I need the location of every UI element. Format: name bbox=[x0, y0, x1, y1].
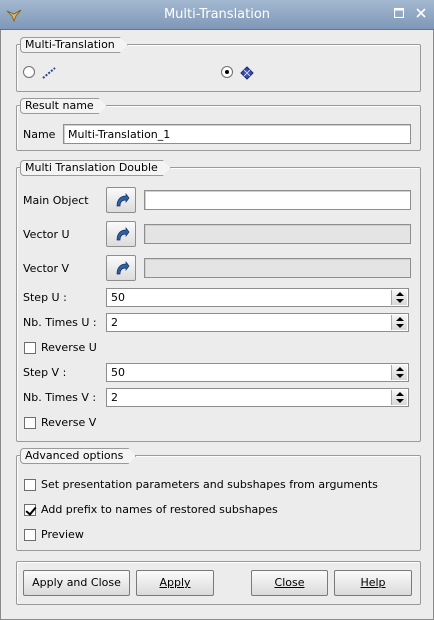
reverse-v-checkbox[interactable] bbox=[24, 417, 36, 429]
step-v-spinbox[interactable]: 50 bbox=[106, 363, 409, 382]
vector-u-label: Vector U bbox=[23, 228, 70, 241]
main-object-select-button[interactable] bbox=[106, 187, 136, 213]
selection-arrow-icon bbox=[116, 227, 130, 241]
help-button[interactable]: Help bbox=[334, 570, 412, 596]
step-v-label: Step V : bbox=[23, 366, 67, 379]
simple-translation-radio[interactable] bbox=[23, 66, 35, 78]
close-icon[interactable] bbox=[414, 7, 428, 21]
step-u-value: 50 bbox=[111, 291, 125, 304]
selection-arrow-icon bbox=[116, 261, 130, 275]
main-object-field[interactable] bbox=[144, 190, 411, 210]
apply-and-close-button[interactable]: Apply and Close bbox=[23, 570, 130, 596]
window-title: Multi-Translation bbox=[163, 7, 271, 22]
set-presentation-label: Set presentation parameters and subshape… bbox=[41, 478, 378, 491]
result-name-group: Result name Name Multi-Translation_1 bbox=[16, 105, 421, 151]
maximize-icon[interactable] bbox=[392, 7, 406, 21]
vector-u-field[interactable] bbox=[144, 224, 411, 244]
close-label: Close bbox=[274, 576, 305, 589]
preview-checkbox[interactable] bbox=[24, 529, 36, 541]
preview-label: Preview bbox=[41, 528, 84, 541]
reverse-u-checkbox[interactable] bbox=[24, 342, 36, 354]
nb-times-u-label: Nb. Times U : bbox=[23, 316, 97, 329]
spin-arrows-icon[interactable] bbox=[391, 365, 407, 380]
close-button[interactable]: Close bbox=[251, 570, 328, 596]
main-object-label: Main Object bbox=[23, 194, 89, 207]
step-u-spinbox[interactable]: 50 bbox=[106, 288, 409, 307]
nb-times-v-value: 2 bbox=[111, 391, 118, 404]
apply-button[interactable]: Apply bbox=[136, 570, 214, 596]
name-input[interactable]: Multi-Translation_1 bbox=[63, 124, 411, 144]
advanced-options-group: Advanced options Set presentation parame… bbox=[16, 455, 421, 551]
add-prefix-label: Add prefix to names of restored subshape… bbox=[41, 503, 278, 516]
add-prefix-checkbox[interactable] bbox=[24, 504, 36, 516]
nb-times-v-label: Nb. Times V : bbox=[23, 391, 97, 404]
reverse-v-label: Reverse V bbox=[41, 416, 97, 429]
translation-type-group: Multi-Translation bbox=[16, 44, 421, 92]
vector-v-select-button[interactable] bbox=[106, 255, 136, 281]
nb-times-u-spinbox[interactable]: 2 bbox=[106, 313, 409, 332]
grid-translation-icon bbox=[240, 66, 254, 80]
nb-times-u-value: 2 bbox=[111, 316, 118, 329]
reverse-u-label: Reverse U bbox=[41, 341, 97, 354]
line-translation-icon bbox=[42, 67, 56, 79]
group-title: Advanced options bbox=[20, 448, 136, 464]
apply-label: Apply bbox=[159, 576, 191, 589]
step-u-label: Step U : bbox=[23, 291, 67, 304]
selection-arrow-icon bbox=[116, 193, 130, 207]
group-title: Multi Translation Double bbox=[20, 160, 171, 176]
name-label: Name bbox=[23, 128, 56, 141]
vector-u-select-button[interactable] bbox=[106, 221, 136, 247]
help-label: Help bbox=[360, 576, 386, 589]
set-presentation-checkbox[interactable] bbox=[24, 479, 36, 491]
double-translation-radio[interactable] bbox=[221, 66, 233, 78]
group-title: Result name bbox=[20, 98, 107, 114]
spin-arrows-icon[interactable] bbox=[391, 315, 407, 330]
spin-arrows-icon[interactable] bbox=[391, 390, 407, 405]
title-bar: Multi-Translation bbox=[0, 0, 434, 30]
spin-arrows-icon[interactable] bbox=[391, 290, 407, 305]
vector-v-field[interactable] bbox=[144, 258, 411, 278]
nb-times-v-spinbox[interactable]: 2 bbox=[106, 388, 409, 407]
step-v-value: 50 bbox=[111, 366, 125, 379]
vector-v-label: Vector V bbox=[23, 262, 70, 275]
translation-params-group: Multi Translation Double Main Object Vec… bbox=[16, 167, 421, 442]
group-title: Multi-Translation bbox=[20, 37, 128, 53]
